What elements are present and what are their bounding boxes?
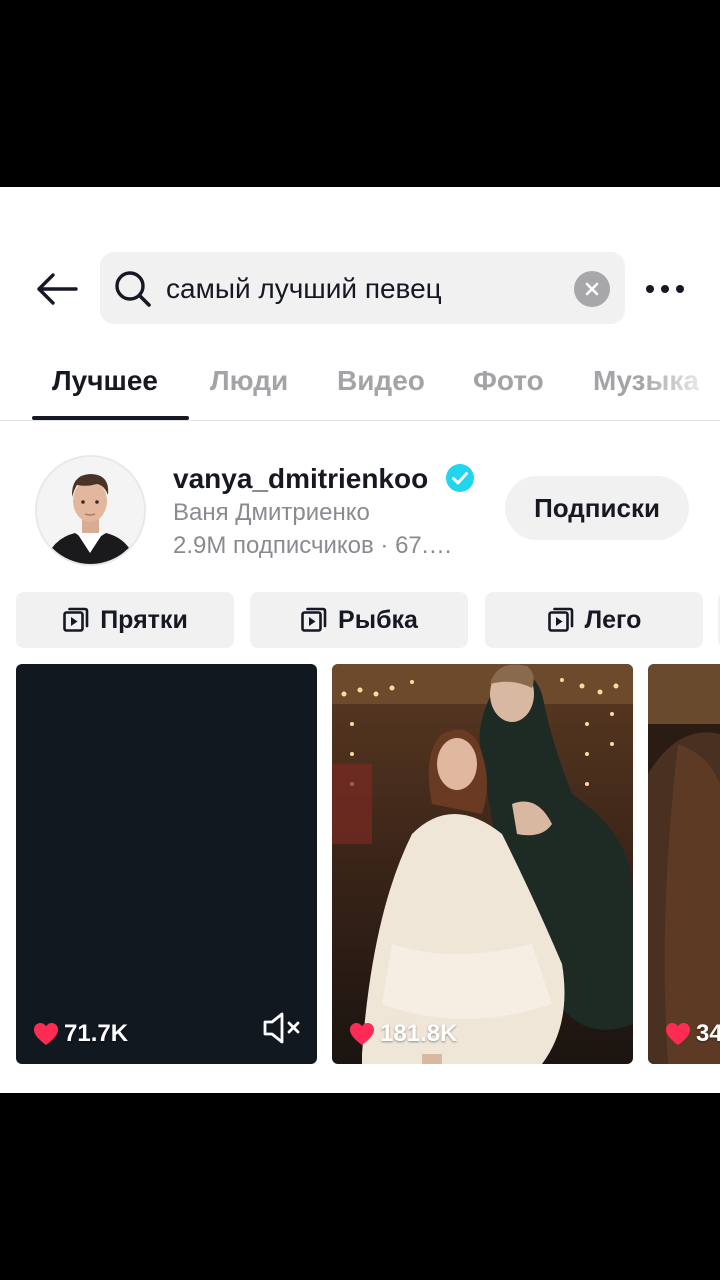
avatar-image	[37, 457, 144, 564]
like-count-text: 71.7K	[64, 1020, 129, 1047]
like-count: 34	[664, 1020, 720, 1048]
video-card[interactable]: 71.7K	[16, 664, 317, 1064]
tab-music[interactable]: Музыка	[593, 363, 699, 399]
video-playlist-icon	[547, 607, 573, 632]
heart-icon	[666, 1023, 690, 1045]
video-playlist-icon	[301, 607, 327, 632]
video-thumbnail	[648, 664, 720, 1064]
dot-icon	[676, 285, 684, 293]
playlist-chip[interactable]: Рыбка	[250, 592, 468, 648]
verified-badge-icon	[446, 464, 474, 492]
tab-users[interactable]: Люди	[210, 363, 288, 399]
heart-icon	[34, 1023, 58, 1045]
profile-display-name: Ваня Дмитриенко	[173, 499, 370, 526]
tab-top[interactable]: Лучшее	[52, 363, 158, 399]
like-count: 181.8K	[348, 1020, 457, 1048]
video-playlist-icon	[63, 607, 89, 632]
back-button[interactable]	[28, 263, 84, 315]
video-card[interactable]: 181.8K	[332, 664, 633, 1064]
avatar[interactable]	[35, 455, 146, 566]
arrow-left-icon	[37, 273, 78, 305]
playlist-chip-label: Прятки	[100, 605, 188, 634]
clear-search-button[interactable]	[574, 271, 610, 307]
video-thumbnail	[332, 664, 633, 1064]
following-button[interactable]: Подписки	[505, 476, 689, 540]
playlist-chip-label: Рыбка	[338, 605, 418, 634]
more-options-button[interactable]	[640, 271, 690, 307]
close-icon	[585, 282, 599, 296]
profile-username[interactable]: vanya_dmitrienkoo	[173, 461, 428, 497]
search-query-text[interactable]: самый лучший певец	[166, 271, 442, 307]
like-count: 71.7K	[32, 1020, 128, 1048]
mute-icon[interactable]	[261, 1010, 303, 1046]
tab-photos[interactable]: Фото	[473, 363, 544, 399]
playlist-chip-label: Лего	[584, 605, 642, 634]
search-results-screen: самый лучший певец Лучшее Люди Видео Фот…	[0, 187, 720, 1093]
dot-icon	[661, 285, 669, 293]
tabs-divider	[0, 420, 720, 421]
profile-stats: 2.9M подписчиков · 67.…	[173, 532, 453, 559]
search-icon	[115, 271, 151, 307]
tab-videos[interactable]: Видео	[337, 363, 425, 399]
like-count-text: 181.8K	[380, 1020, 458, 1047]
heart-icon	[350, 1023, 374, 1045]
dot-icon	[646, 285, 654, 293]
like-count-text: 34	[696, 1020, 720, 1047]
video-card[interactable]: 34	[648, 664, 720, 1064]
playlist-chip[interactable]: Прятки	[16, 592, 234, 648]
playlist-chip[interactable]: Лего	[485, 592, 703, 648]
